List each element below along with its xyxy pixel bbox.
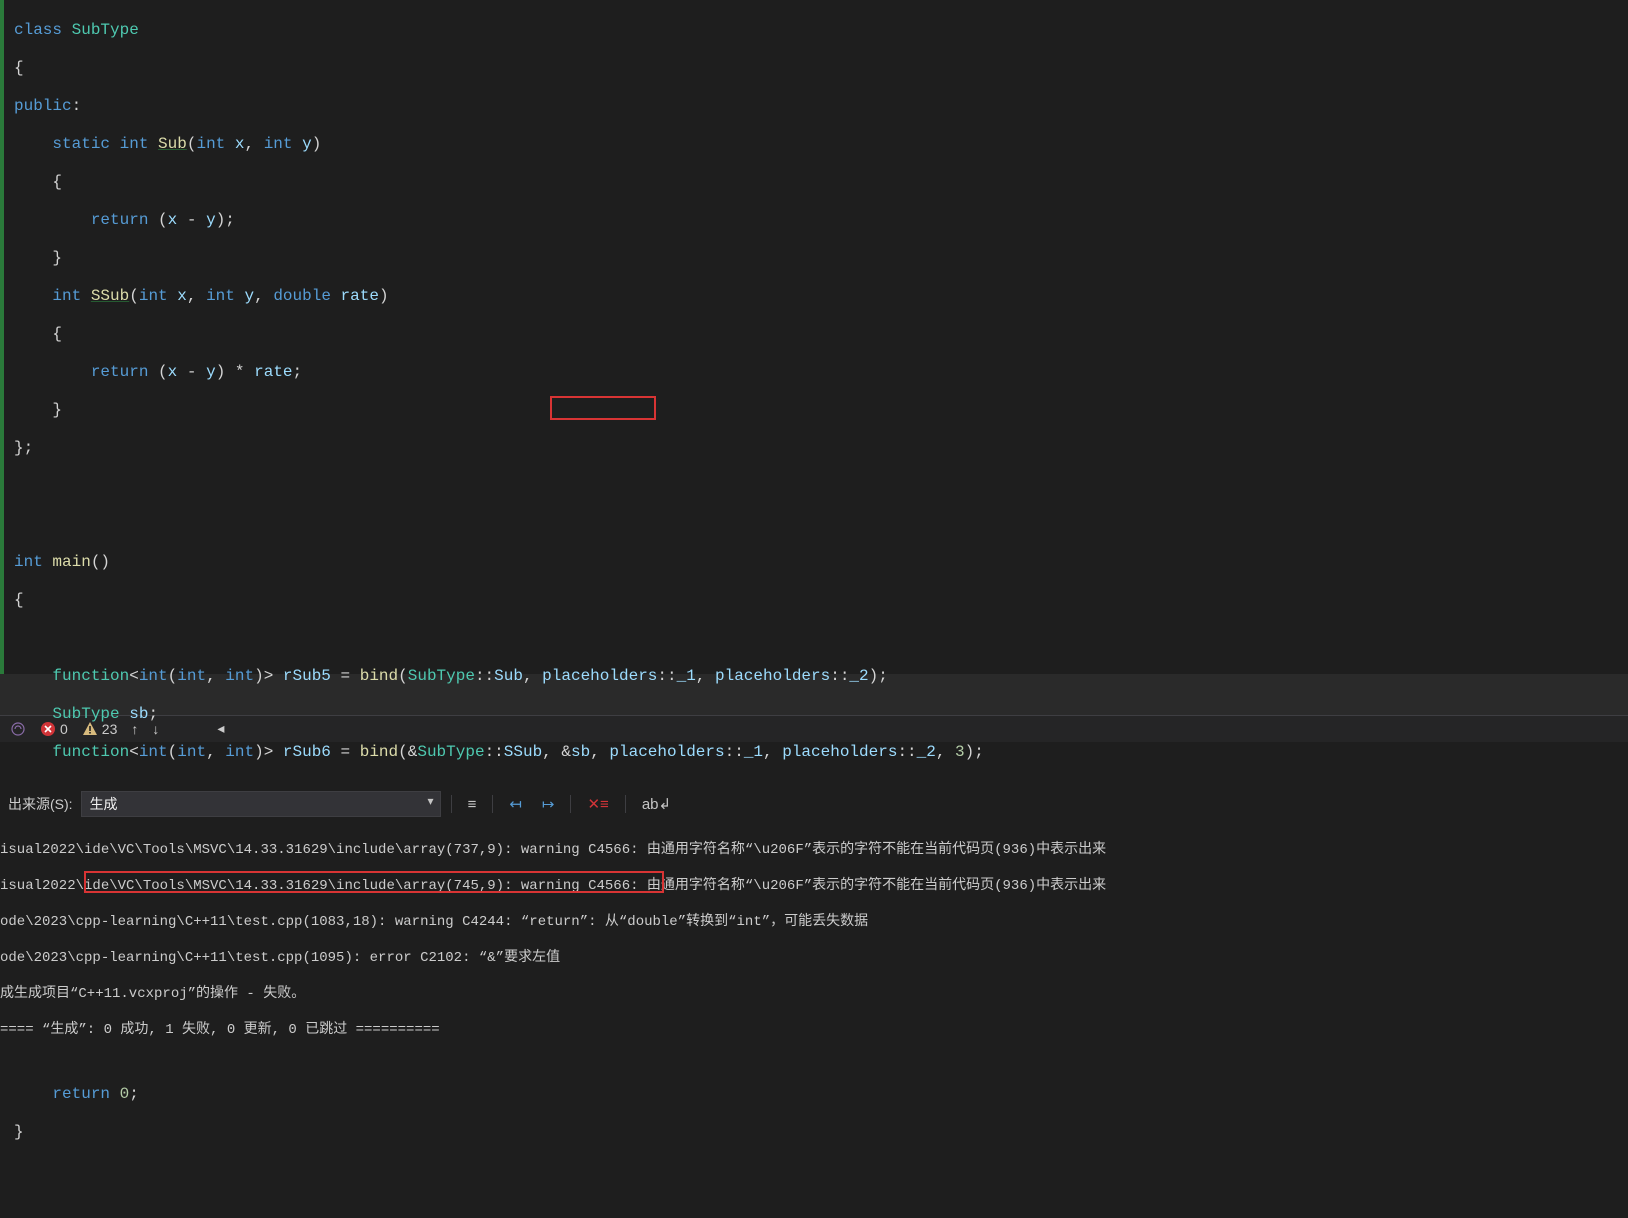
type-function: function (52, 667, 129, 685)
code-brace: } (14, 401, 1622, 420)
fn-bind: bind (360, 667, 398, 685)
var-rSub6: rSub6 (283, 743, 331, 761)
type-SubType: SubType (72, 21, 139, 39)
keyword-int: int (120, 135, 149, 153)
code-brace: { (14, 59, 1622, 78)
fn-SSub: SSub (91, 287, 129, 305)
keyword-class: class (14, 21, 62, 39)
code-brace: } (14, 1123, 1622, 1142)
code-brace: { (14, 325, 1622, 344)
var-sb: sb (129, 705, 148, 723)
output-panel[interactable]: isual2022\ide\VC\Tools\MSVC\14.33.31629\… (0, 819, 1628, 1074)
type-SubType: SubType (52, 705, 119, 723)
code-editor[interactable]: class SubType { public: static int Sub(i… (0, 0, 1628, 674)
keyword-int: int (52, 287, 81, 305)
fn-Sub: Sub (158, 135, 187, 153)
output-dropdown-value: 生成 (90, 796, 118, 812)
output-line: isual2022\ide\VC\Tools\MSVC\14.33.31629\… (0, 877, 1620, 895)
var-rSub5: rSub5 (283, 667, 331, 685)
output-line: 成生成项目“C++11.vcxproj”的操作 - 失败。 (0, 985, 1620, 1003)
keyword-public: public (14, 97, 72, 115)
output-summary-line: ==== “生成”: 0 成功, 1 失败, 0 更新, 0 已跳过 =====… (0, 1021, 1620, 1039)
output-line: isual2022\ide\VC\Tools\MSVC\14.33.31629\… (0, 841, 1620, 859)
keyword-int: int (14, 553, 43, 571)
keyword-return: return (52, 1085, 110, 1103)
output-line: ode\2023\cpp-learning\C++11\test.cpp(108… (0, 913, 1620, 931)
fn-main: main (52, 553, 90, 571)
keyword-return: return (91, 211, 149, 229)
code-brace: { (14, 591, 1622, 610)
code-brace: } (14, 249, 1622, 268)
code-brace: { (14, 173, 1622, 192)
keyword-static: static (52, 135, 110, 153)
output-source-dropdown[interactable]: 生成 (81, 791, 441, 817)
code-semicolon-brace: }; (14, 439, 1622, 458)
output-error-line: ode\2023\cpp-learning\C++11\test.cpp(109… (0, 949, 1620, 967)
keyword-return: return (91, 363, 149, 381)
